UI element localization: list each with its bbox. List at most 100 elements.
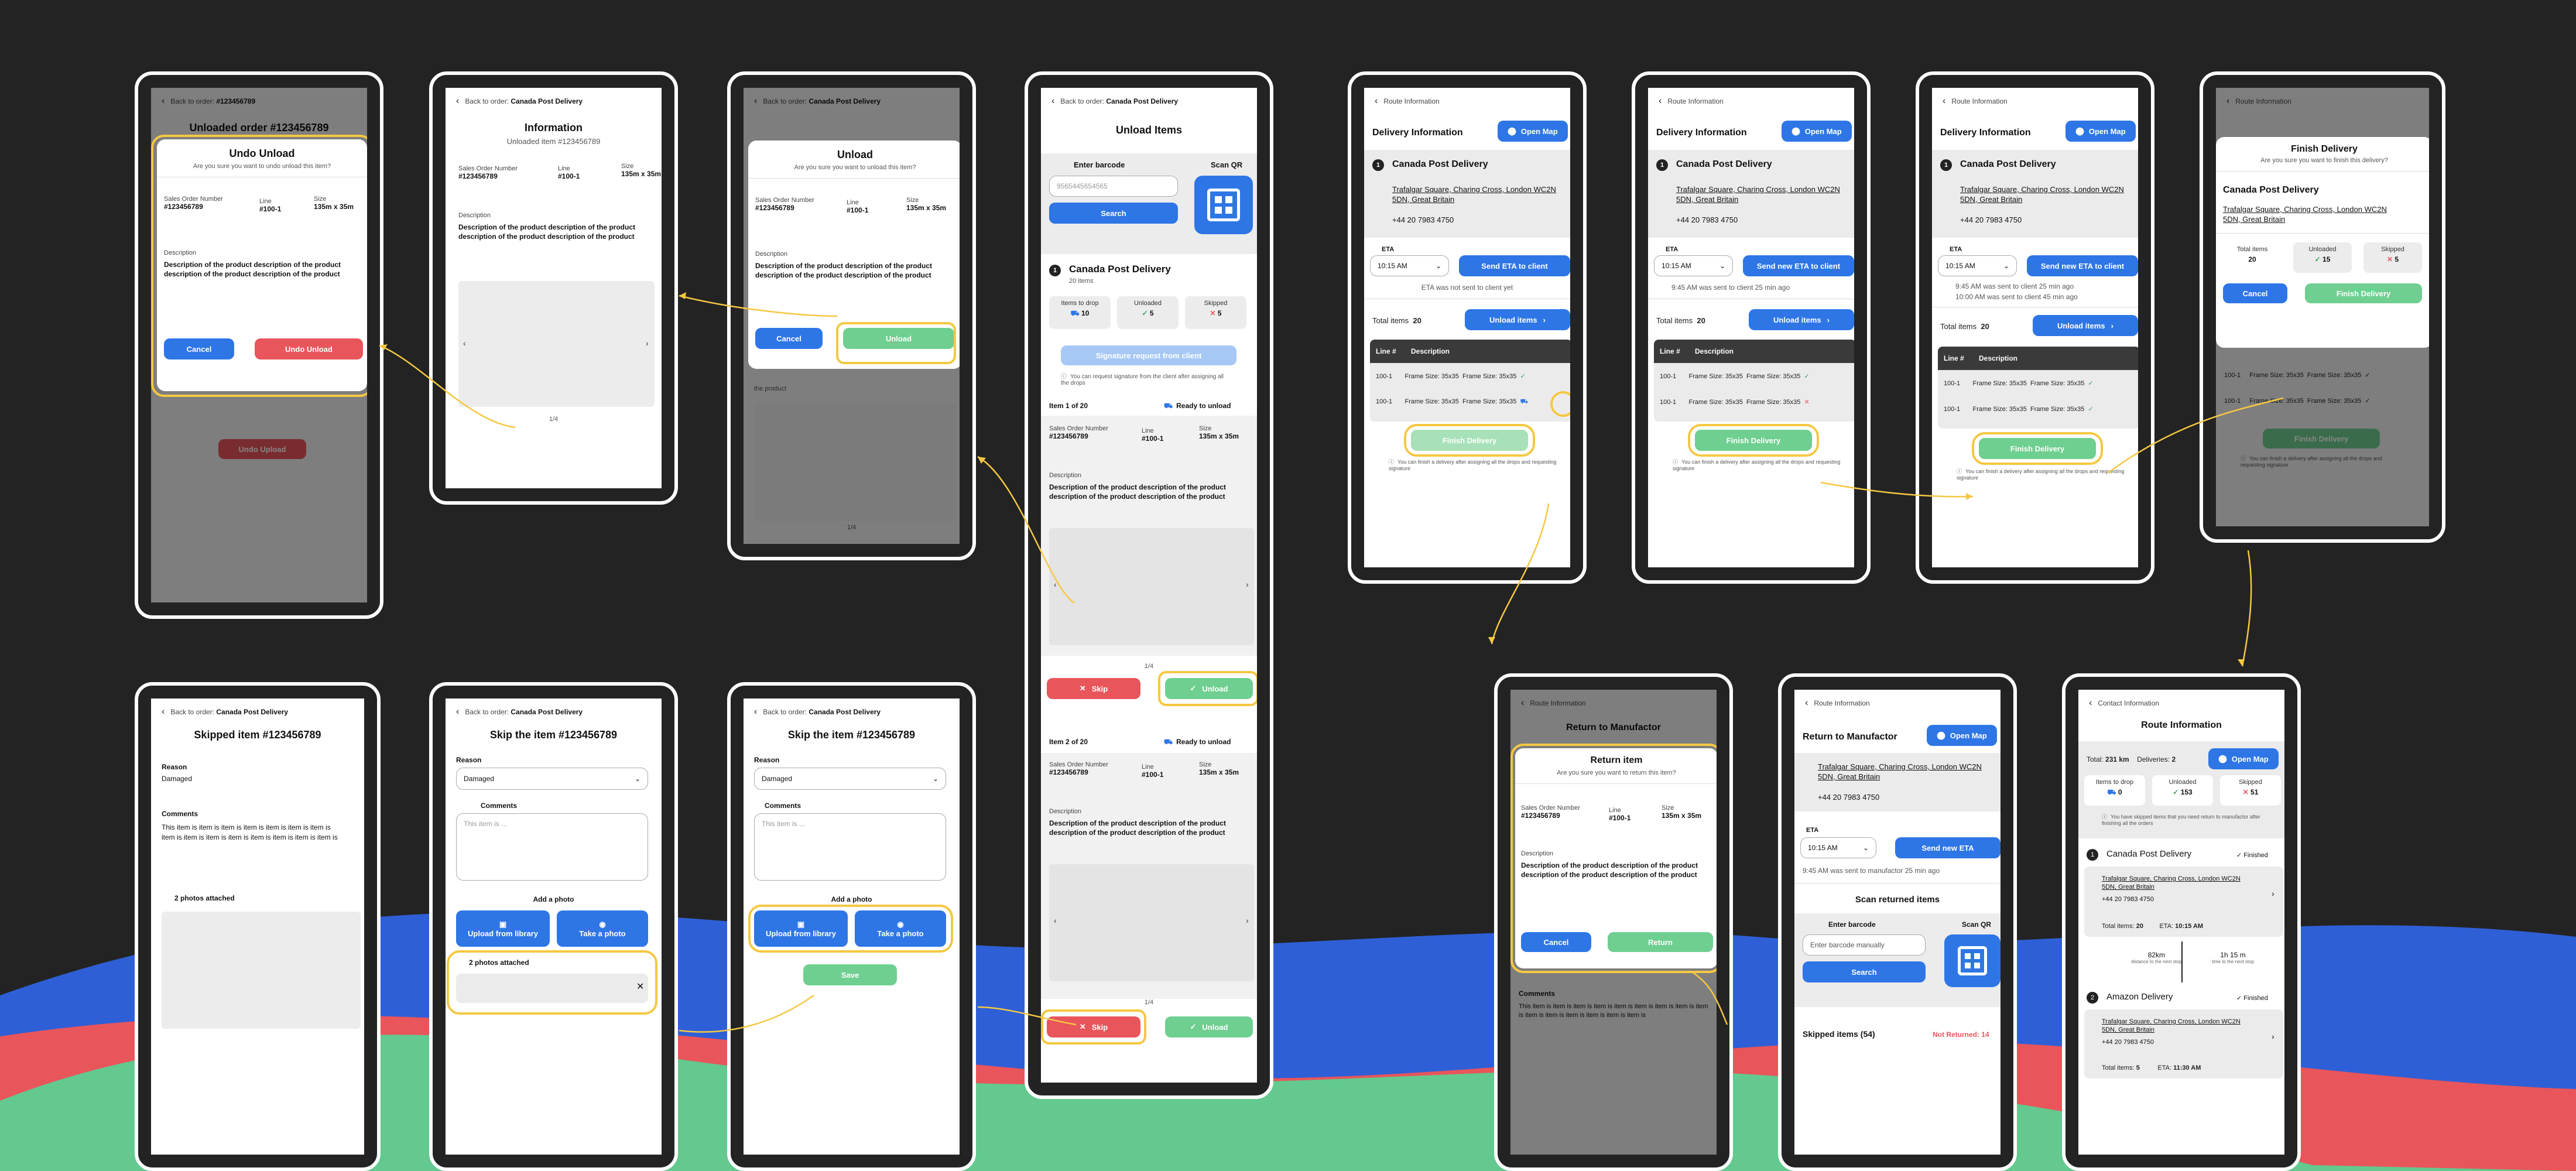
cancel-button[interactable]: Cancel [2223, 283, 2287, 303]
page-title: Skipped item #123456789 [194, 729, 321, 741]
chevron-left-icon[interactable]: ‹ [1054, 580, 1057, 589]
skip-note: ⓘ You have skipped items that you need re… [2102, 814, 2260, 826]
address-link[interactable]: Trafalgar Square, Charing Cross, London … [2223, 205, 2399, 225]
upload-from-library-button[interactable]: ▣ Upload from library [456, 910, 550, 947]
barcode-input[interactable]: 9565445654565 [1049, 176, 1178, 197]
cancel-button[interactable]: Cancel [755, 328, 823, 349]
back-chevron-icon[interactable]: ‹ [1051, 96, 1054, 106]
table-row[interactable]: 100-1 Frame Size: 35x35 Frame Size: 35x3… [1660, 372, 1810, 380]
scan-qr-button[interactable] [1944, 934, 2000, 987]
sales-order-label: Sales Order Number [458, 165, 518, 172]
back-chevron-icon: ‹ [1805, 698, 1808, 708]
scan-returned-title: Scan returned items [1855, 895, 1940, 905]
search-button[interactable]: Search [1049, 203, 1178, 224]
signature-request-button[interactable]: Signature request from client [1061, 345, 1236, 365]
table-row[interactable]: 100-1 Frame Size: 35x35 Frame Size: 35x3… [1376, 398, 1528, 406]
address-link[interactable]: Trafalgar Square, Charing Cross, London … [1392, 185, 1562, 205]
scan-qr-button[interactable] [1194, 176, 1253, 234]
table-header: Line # Description [1370, 340, 1570, 363]
open-map-button[interactable]: ⬤ Open Map [2065, 121, 2136, 142]
eta-select[interactable]: 10:15 AM ⌄ [1938, 255, 2017, 276]
back-chevron-icon[interactable]: ‹ [456, 96, 459, 106]
save-button[interactable]: Save [803, 964, 897, 985]
cross-icon: ✕ [1210, 309, 1216, 317]
back-chevron-icon: ‹ [754, 707, 758, 717]
back-nav[interactable]: ‹ Contact Information [2089, 698, 2159, 708]
open-map-button[interactable]: ⬤ Open Map [1498, 121, 1568, 142]
back-nav[interactable]: ‹ Route Information [1375, 96, 1440, 107]
table-row[interactable]: 100-1 Frame Size: 35x35 Frame Size: 35x3… [1944, 405, 2094, 413]
open-map-button[interactable]: ⬤ Open Map [2208, 748, 2279, 769]
comments-textarea[interactable]: This item is ... [456, 813, 648, 881]
items-to-drop-stat: Items to drop ⛟ 0 [2084, 775, 2145, 806]
highlight-frame [151, 135, 367, 397]
page-title: Route Information [2141, 720, 2222, 730]
photo-carousel[interactable] [458, 281, 655, 407]
back-nav[interactable]: ‹ Back to order: Canada Post Delivery [456, 96, 583, 107]
eta-select[interactable]: 10:15 AM ⌄ [1800, 837, 1876, 858]
back-nav[interactable]: ‹ Route Information [1659, 96, 1724, 107]
item-1-carousel[interactable] [1049, 528, 1254, 645]
truck-icon: ⛟ [1164, 738, 1173, 746]
back-chevron-icon: ‹ [162, 707, 165, 717]
back-nav[interactable]: ‹ Back to order: Canada Post Delivery [1051, 96, 1178, 107]
reason-select[interactable]: Damaged ⌄ [754, 768, 946, 790]
image-icon: ▣ [499, 919, 507, 929]
photo-carousel[interactable] [162, 912, 361, 1029]
table-row[interactable]: 100-1 Frame Size: 35x35 Frame Size: 35x3… [1376, 372, 1526, 380]
back-nav[interactable]: ‹ Back to order: Canada Post Delivery [162, 707, 288, 717]
chevron-right-icon[interactable]: › [1246, 580, 1249, 589]
chevron-left-icon[interactable]: ‹ [463, 338, 466, 348]
table-row[interactable]: 100-1 Frame Size: 35x35 Frame Size: 35x3… [1660, 398, 1810, 406]
map-pin-icon: ⬤ [1937, 731, 1945, 739]
send-new-eta-button[interactable]: Send new ETA to client [2027, 255, 2138, 276]
stop-number: 1 [1049, 265, 1061, 276]
unload-button-2[interactable]: ✓ Unload [1165, 1016, 1253, 1038]
reason-value: Damaged [162, 775, 193, 783]
description-text: Description of the product description o… [458, 223, 635, 241]
truck-icon: ⛟ [1070, 309, 1080, 317]
finish-delivery-confirm-button[interactable]: Finish Delivery [2305, 283, 2422, 303]
back-nav[interactable]: ‹ Back to order: Canada Post Delivery [456, 707, 583, 717]
back-nav[interactable]: ‹ Route Information [1943, 96, 2008, 107]
address-link[interactable]: Trafalgar Square, Charing Cross, London … [1676, 185, 1846, 205]
send-new-eta-button[interactable]: Send new ETA to client [1743, 255, 1854, 276]
highlight-frame [447, 950, 657, 1015]
table-row[interactable]: 100-1 Frame Size: 35x35 Frame Size: 35x3… [1944, 379, 2094, 387]
photos-attached: 2 photos attached [174, 894, 235, 902]
item-2-carousel[interactable] [1049, 864, 1254, 981]
highlight-frame [836, 322, 956, 364]
address-link[interactable]: Trafalgar Square, Charing Cross, London … [1818, 762, 1988, 782]
address-link[interactable]: Trafalgar Square, Charing Cross, London … [1960, 185, 2130, 205]
take-photo-button[interactable]: ◉ Take a photo [557, 910, 648, 947]
truck-icon: ⛟ [1164, 402, 1173, 410]
item-2-counter: Item 2 of 20 [1049, 738, 1088, 746]
page-title: Information [525, 122, 583, 133]
check-icon: ✓ [1190, 1022, 1197, 1031]
chevron-right-icon[interactable]: › [646, 338, 649, 348]
search-button[interactable]: Search [1803, 961, 1926, 982]
highlight-frame [1404, 424, 1535, 457]
send-eta-button[interactable]: Send ETA to client [1459, 255, 1570, 276]
unload-items-button[interactable]: Unload items › [1749, 309, 1854, 330]
send-new-eta-button[interactable]: Send new ETA [1895, 837, 2000, 858]
open-map-button[interactable]: ⬤ Open Map [1927, 725, 1997, 746]
eta-select[interactable]: 10:15 AM ⌄ [1370, 255, 1449, 276]
skip-button[interactable]: ✕ Skip [1047, 678, 1140, 699]
back-nav[interactable]: ‹ Route Information [1805, 698, 1870, 708]
comments-textarea[interactable]: This item is ... [754, 813, 946, 881]
eta-select[interactable]: 10:15 AM ⌄ [1654, 255, 1733, 276]
reason-select[interactable]: Damaged ⌄ [456, 768, 648, 790]
page-title: Return to Manufactor [1803, 732, 1897, 742]
not-returned-count: Not Returned: 14 [1933, 1030, 1989, 1039]
barcode-input[interactable]: Enter barcode manually [1803, 934, 1926, 956]
highlight-frame [1510, 744, 1717, 973]
chevron-right-icon[interactable]: › [1246, 916, 1249, 925]
open-map-button[interactable]: ⬤ Open Map [1782, 121, 1852, 142]
unload-items-button[interactable]: Unload items › [2033, 315, 2138, 336]
chevron-left-icon[interactable]: ‹ [1054, 916, 1057, 925]
back-nav[interactable]: ‹ Back to order: Canada Post Delivery [754, 707, 881, 717]
check-icon: ✓ [2088, 406, 2094, 413]
unload-items-button[interactable]: Unload items › [1465, 309, 1570, 330]
line-value: #100-1 [847, 206, 869, 214]
